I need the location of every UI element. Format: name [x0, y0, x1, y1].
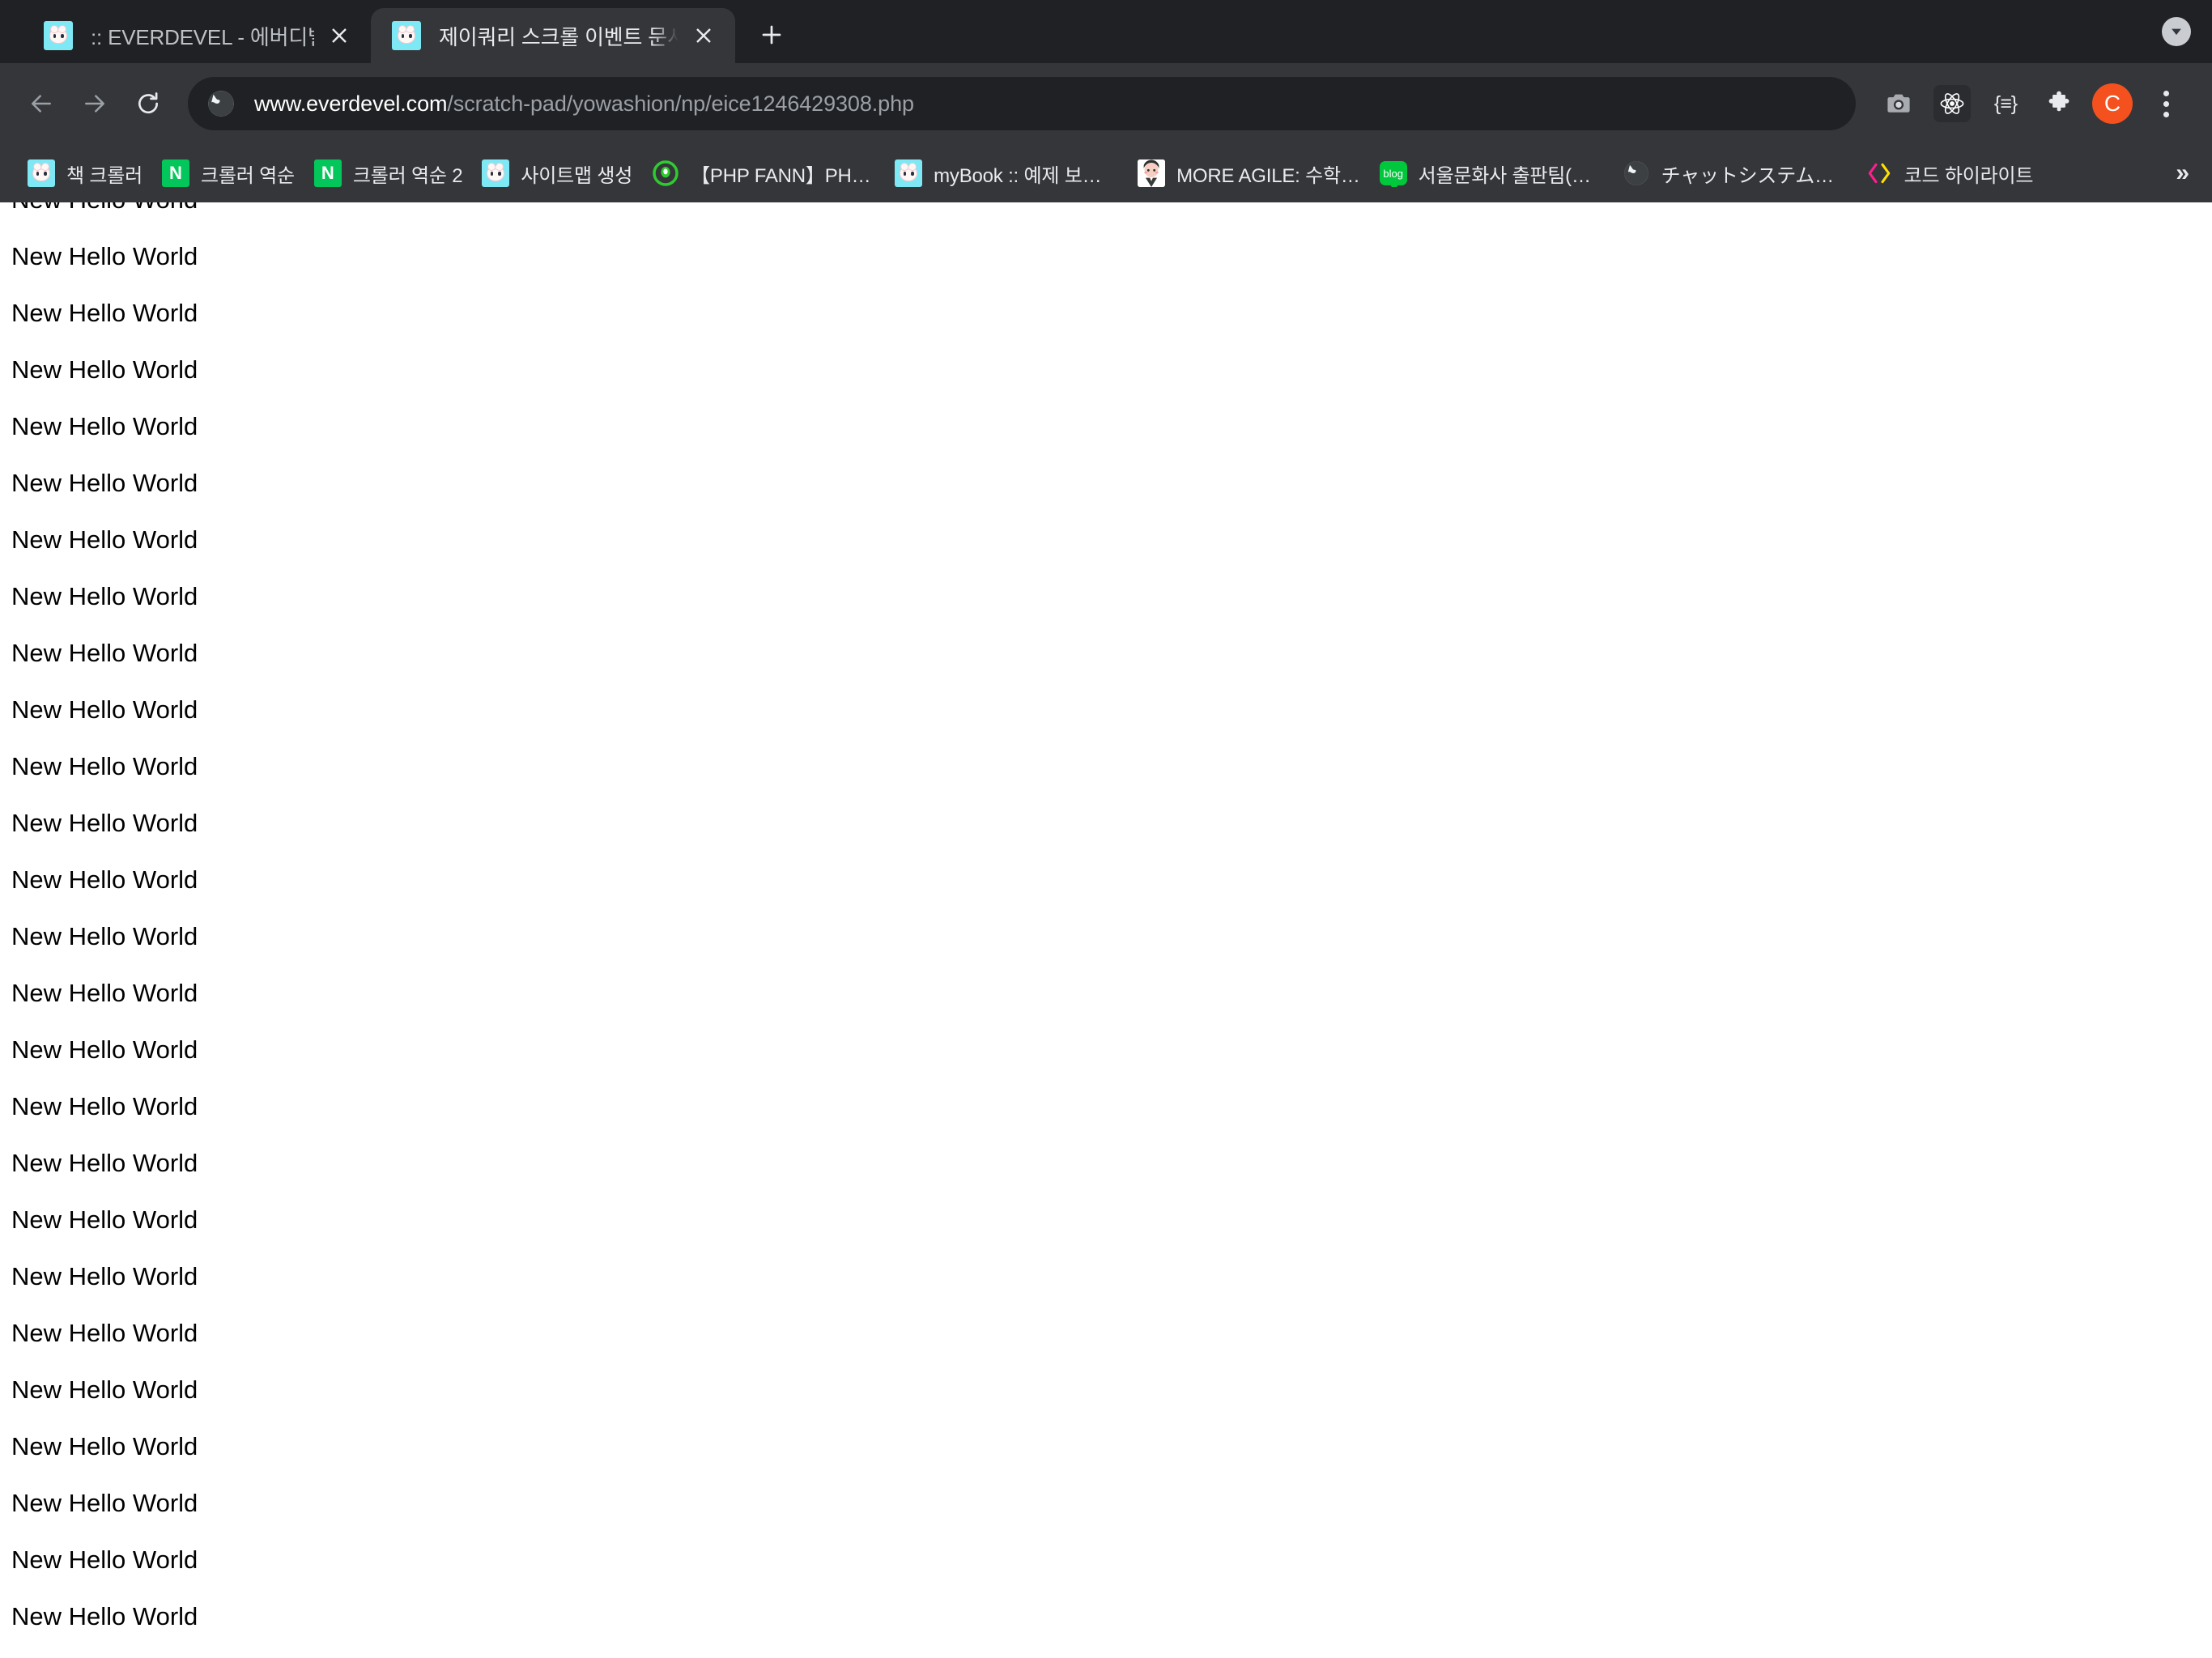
bookmark-item[interactable]: 사이트맵 생성: [472, 152, 642, 194]
tab-jquery-scroll[interactable]: 제이쿼리 스크롤 이벤트 문서 최하단 감: [371, 8, 735, 63]
cat-favicon-icon: [895, 159, 923, 187]
page-line: New Hello World: [11, 469, 198, 497]
page-line: New Hello World: [11, 202, 2212, 228]
page-line: New Hello World: [11, 1545, 198, 1574]
bookmark-item[interactable]: N 크롤러 역순: [152, 152, 304, 194]
screenshot-icon[interactable]: [1872, 77, 1925, 130]
page-line: New Hello World: [11, 1645, 2212, 1658]
caret-down-icon[interactable]: [2162, 17, 2191, 46]
reload-button[interactable]: [121, 77, 175, 130]
bookmark-item[interactable]: blog 서울문화사 출판팀(일…: [1370, 152, 1613, 194]
page-line: New Hello World: [11, 1149, 198, 1177]
page-line: New Hello World: [11, 1432, 198, 1460]
bookmark-label: 【PHP FANN】PHPで…: [691, 164, 875, 187]
browser-window: :: EVERDEVEL - 에버디벨 제이쿼리 스크롤 이벤트 문서 최하단 …: [0, 0, 2212, 1658]
json-braces-icon: {≡}: [1993, 91, 2018, 115]
bookmark-label: MORE AGILE: 수학…: [1176, 164, 1360, 187]
code-favicon-icon: [1865, 159, 1893, 187]
url-host: www.everdevel.com: [254, 91, 448, 116]
bookmark-label: myBook :: 예제 보기…: [934, 164, 1119, 187]
bookmark-item[interactable]: 【PHP FANN】PHPで…: [642, 152, 885, 194]
json-viewer-icon[interactable]: {≡}: [1979, 77, 2032, 130]
close-icon[interactable]: [687, 19, 721, 53]
cat-favicon-icon: [44, 21, 73, 50]
page-line: New Hello World: [11, 1035, 198, 1064]
bookmark-item[interactable]: N 크롤러 역순 2: [304, 152, 472, 194]
forward-button[interactable]: [68, 77, 121, 130]
bookmark-item[interactable]: チャットシステムの作…: [1613, 152, 1856, 194]
tab-title: :: EVERDEVEL - 에버디벨: [91, 24, 314, 49]
react-devtools-icon[interactable]: [1925, 77, 1979, 130]
globe-favicon-icon: [1623, 159, 1650, 187]
tab-everdevel[interactable]: :: EVERDEVEL - 에버디벨: [23, 8, 371, 63]
globe-icon[interactable]: [206, 88, 236, 119]
page-line: New Hello World: [11, 752, 198, 780]
page-line: New Hello World: [11, 355, 198, 384]
page-line: New Hello World: [11, 639, 198, 667]
page-line: New Hello World: [11, 1092, 198, 1120]
naver-favicon-icon: N: [162, 159, 189, 187]
tab-strip: :: EVERDEVEL - 에버디벨 제이쿼리 스크롤 이벤트 문서 최하단 …: [0, 0, 2212, 63]
bookmark-label: 코드 하이라이트: [1904, 164, 2034, 187]
page-line: New Hello World: [11, 922, 198, 950]
extensions-icon[interactable]: [2032, 77, 2086, 130]
back-button[interactable]: [15, 77, 68, 130]
react-logo-icon: [1933, 85, 1971, 122]
page-line: New Hello World: [11, 525, 198, 554]
address-bar[interactable]: www.everdevel.com/scratch-pad/yowashion/…: [188, 77, 1856, 130]
cat-favicon-icon: [392, 21, 421, 50]
cat-favicon-icon: [482, 159, 510, 187]
kebab-menu-icon[interactable]: [2139, 77, 2193, 130]
page-line: New Hello World: [11, 1262, 198, 1290]
naver-favicon-icon: N: [313, 159, 342, 187]
bookmark-label: 크롤러 역순: [201, 164, 295, 187]
bookmark-label: 서울문화사 출판팀(일…: [1418, 164, 1603, 187]
page-content: New Hello World New Hello World New Hello …: [0, 202, 2212, 1658]
page-line: New Hello World: [11, 412, 198, 440]
page-line: New Hello World: [11, 865, 198, 894]
bookmark-label: チャットシステムの作…: [1661, 164, 1846, 187]
bookmark-item[interactable]: MORE AGILE: 수학…: [1128, 152, 1370, 194]
page-line: New Hello World: [11, 242, 198, 270]
tab-title: 제이쿼리 스크롤 이벤트 문서 최하단 감: [439, 24, 678, 49]
kebab-dots: [2163, 90, 2169, 117]
fann-favicon-icon: [652, 159, 679, 187]
page-line: New Hello World: [11, 979, 198, 1007]
close-icon[interactable]: [322, 19, 356, 53]
page-line: New Hello World: [11, 1319, 198, 1347]
page-line: New Hello World: [11, 1602, 198, 1630]
avatar: C: [2092, 83, 2133, 124]
cat-favicon-icon: [28, 159, 55, 187]
page-line: New Hello World: [11, 695, 198, 724]
url-text: www.everdevel.com/scratch-pad/yowashion/…: [254, 91, 914, 117]
blog-favicon-icon: blog: [1379, 159, 1407, 187]
bookmark-item[interactable]: 코드 하이라이트: [1856, 152, 2044, 194]
bookmark-item[interactable]: 책 크롤러: [18, 152, 152, 194]
bookmark-label: 크롤러 역순 2: [352, 164, 463, 187]
page-line: New Hello World: [11, 809, 198, 837]
page-viewport: New Hello World New Hello World New Hello …: [0, 202, 2212, 1658]
bookmarks-overflow-button[interactable]: »: [2176, 159, 2189, 187]
page-line: New Hello World: [11, 299, 198, 327]
bookmark-label: 사이트맵 생성: [521, 164, 633, 187]
page-line: New Hello World: [11, 1489, 198, 1517]
tab-strip-right-controls: [2162, 17, 2191, 46]
bookmark-item[interactable]: myBook :: 예제 보기…: [885, 152, 1128, 194]
new-tab-button[interactable]: [747, 10, 797, 60]
page-line: New Hello World: [11, 1375, 198, 1404]
url-path: /scratch-pad/yowashion/np/eice1246429308…: [447, 91, 914, 116]
bookmarks-bar: 책 크롤러 N 크롤러 역순 N 크롤러 역순 2 사이트맵 생성 【PHP F…: [0, 144, 2212, 202]
page-line: New Hello World: [11, 582, 198, 610]
bookmark-label: 책 크롤러: [66, 164, 143, 187]
person-favicon-icon: [1138, 159, 1166, 187]
profile-button[interactable]: C: [2086, 77, 2139, 130]
page-line: New Hello World: [11, 1205, 198, 1234]
browser-toolbar: www.everdevel.com/scratch-pad/yowashion/…: [0, 63, 2212, 144]
